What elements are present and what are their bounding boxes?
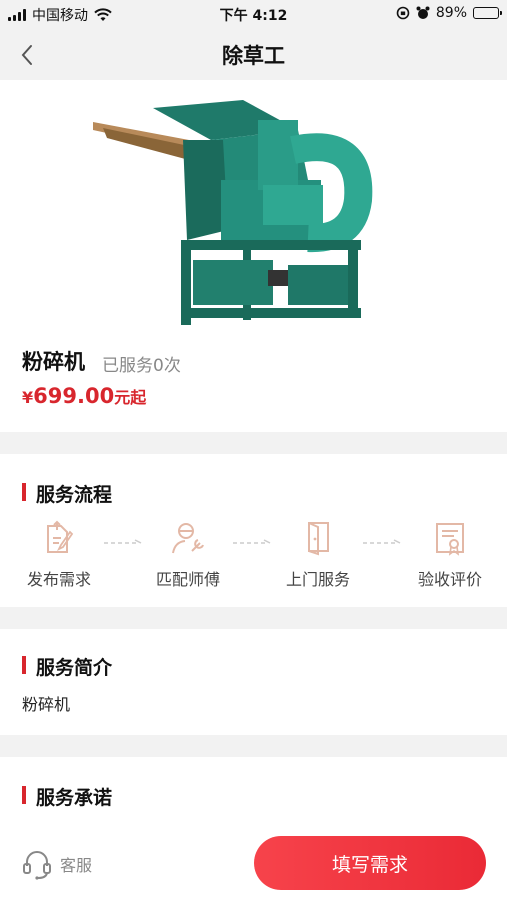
customer-service-label: 客服 (60, 856, 93, 875)
headset-icon (23, 851, 51, 880)
dashed-arrow-icon (233, 539, 271, 544)
certificate-icon (436, 523, 464, 556)
step-label: 发布需求 (26, 570, 91, 589)
step-review: 验收评价 (400, 518, 500, 590)
dashed-arrow-icon (363, 539, 401, 544)
customer-service-button[interactable]: 客服 (22, 848, 92, 880)
edit-doc-icon (47, 520, 74, 553)
process-title: 服务流程 (22, 480, 112, 507)
step-label: 验收评价 (417, 570, 482, 589)
price-suffix: 元起 (114, 388, 147, 407)
promise-title: 服务承诺 (22, 783, 112, 810)
alarm-icon (416, 6, 430, 19)
status-bar: 中国移动 下午 4:12 89% (0, 0, 507, 28)
step-match: 匹配师傅 (138, 518, 238, 590)
battery-icon (473, 7, 502, 19)
status-right: 89% (396, 5, 502, 21)
step-label: 匹配师傅 (155, 570, 220, 589)
intro-text: 粉碎机 (22, 695, 71, 714)
promise-section: 服务承诺 (0, 757, 507, 828)
step-onsite: 上门服务 (268, 518, 368, 590)
bottom-bar: 客服 填写需求 (0, 828, 507, 900)
step-post: 发布需求 (9, 518, 109, 590)
price-amount: 699.00 (33, 384, 115, 408)
orientation-lock-icon (396, 6, 410, 20)
step-label: 上门服务 (285, 570, 350, 589)
page-title: 除草工 (222, 44, 285, 68)
process-section: 服务流程 发布需求 匹配师傅 上门服务 验收评价 (0, 454, 507, 607)
worker-wrench-icon (172, 523, 204, 554)
intro-section: 服务简介 粉碎机 (0, 629, 507, 735)
dashed-arrow-icon (104, 539, 142, 544)
fill-request-button[interactable]: 填写需求 (254, 836, 486, 890)
product-card: 粉碎机 已服务0次 ¥699.00元起 (0, 80, 507, 432)
price-symbol: ¥ (22, 388, 34, 407)
product-image (93, 100, 373, 325)
content-scroll[interactable]: 粉碎机 已服务0次 ¥699.00元起 服务流程 发布需求 匹配师傅 上门服务 … (0, 80, 507, 828)
price: ¥699.00元起 (22, 384, 146, 408)
intro-title: 服务简介 (22, 653, 112, 680)
process-steps: 发布需求 匹配师傅 上门服务 验收评价 (0, 518, 507, 598)
product-name: 粉碎机 (22, 350, 85, 374)
nav-bar: 除草工 (0, 28, 507, 80)
battery-percent: 89% (435, 5, 467, 21)
served-count: 已服务0次 (102, 356, 181, 376)
door-icon (308, 522, 329, 556)
